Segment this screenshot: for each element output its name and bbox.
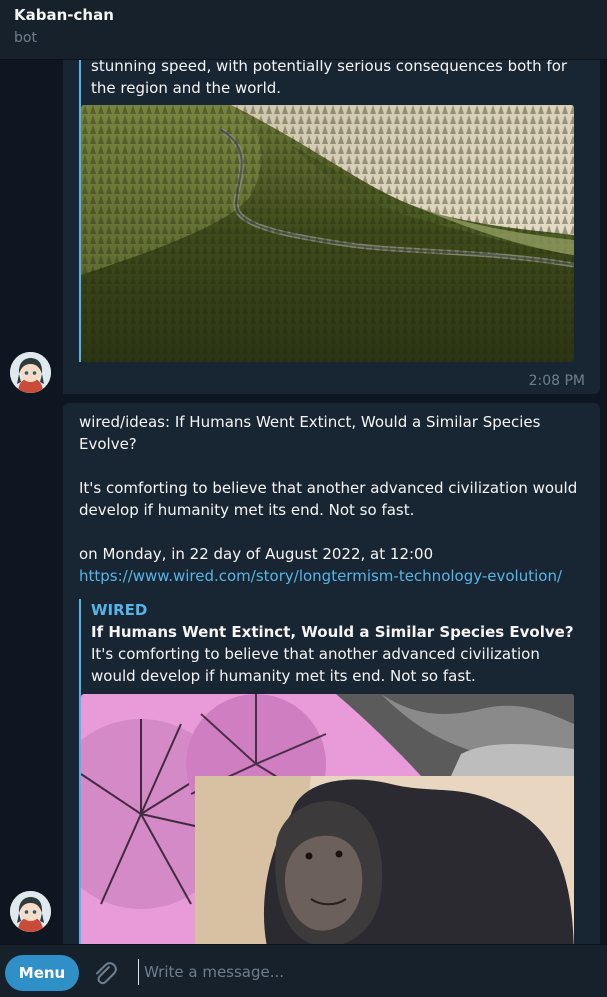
message-text: wired/ideas: If Humans Went Extinct, Wou… xyxy=(79,411,584,587)
bot-avatar[interactable] xyxy=(10,891,51,932)
link-preview[interactable]: WIRED If Humans Went Extinct, Would a Si… xyxy=(79,599,584,944)
message-input[interactable] xyxy=(138,959,588,985)
paperclip-icon[interactable] xyxy=(92,959,120,987)
chat-status: bot xyxy=(14,30,37,46)
message-headline: wired/ideas: If Humans Went Extinct, Wou… xyxy=(79,413,541,453)
message-composer: Menu xyxy=(0,944,607,997)
message-list[interactable]: stunning speed, with potentially serious… xyxy=(0,60,607,944)
kaban-avatar-icon xyxy=(10,891,51,932)
chimpanzee-collage-photo[interactable] xyxy=(81,694,574,944)
preview-description: stunning speed, with potentially serious… xyxy=(91,60,568,97)
preview-title: If Humans Went Extinct, Would a Similar … xyxy=(91,623,574,641)
kaban-avatar-icon xyxy=(10,352,51,393)
message-date: on Monday, in 22 day of August 2022, at … xyxy=(79,545,434,563)
message-time: 2:08 PM xyxy=(528,373,585,389)
message-bubble[interactable]: wired/ideas: If Humans Went Extinct, Wou… xyxy=(63,403,600,944)
preview-site-name: WIRED xyxy=(91,601,148,619)
message-summary: It's comforting to believe that another … xyxy=(79,479,578,519)
message-link[interactable]: https://www.wired.com/story/longtermism-… xyxy=(79,565,584,587)
message-bubble[interactable]: stunning speed, with potentially serious… xyxy=(63,60,600,394)
preview-description: It's comforting to believe that another … xyxy=(91,645,540,685)
aerial-forest-desert-photo[interactable] xyxy=(81,105,574,362)
menu-button[interactable]: Menu xyxy=(5,955,79,991)
chat-title: Kaban-chan xyxy=(14,6,114,24)
bot-avatar[interactable] xyxy=(10,352,51,393)
chat-header[interactable]: Kaban-chan bot xyxy=(0,0,607,60)
link-preview[interactable]: stunning speed, with potentially serious… xyxy=(79,60,584,362)
